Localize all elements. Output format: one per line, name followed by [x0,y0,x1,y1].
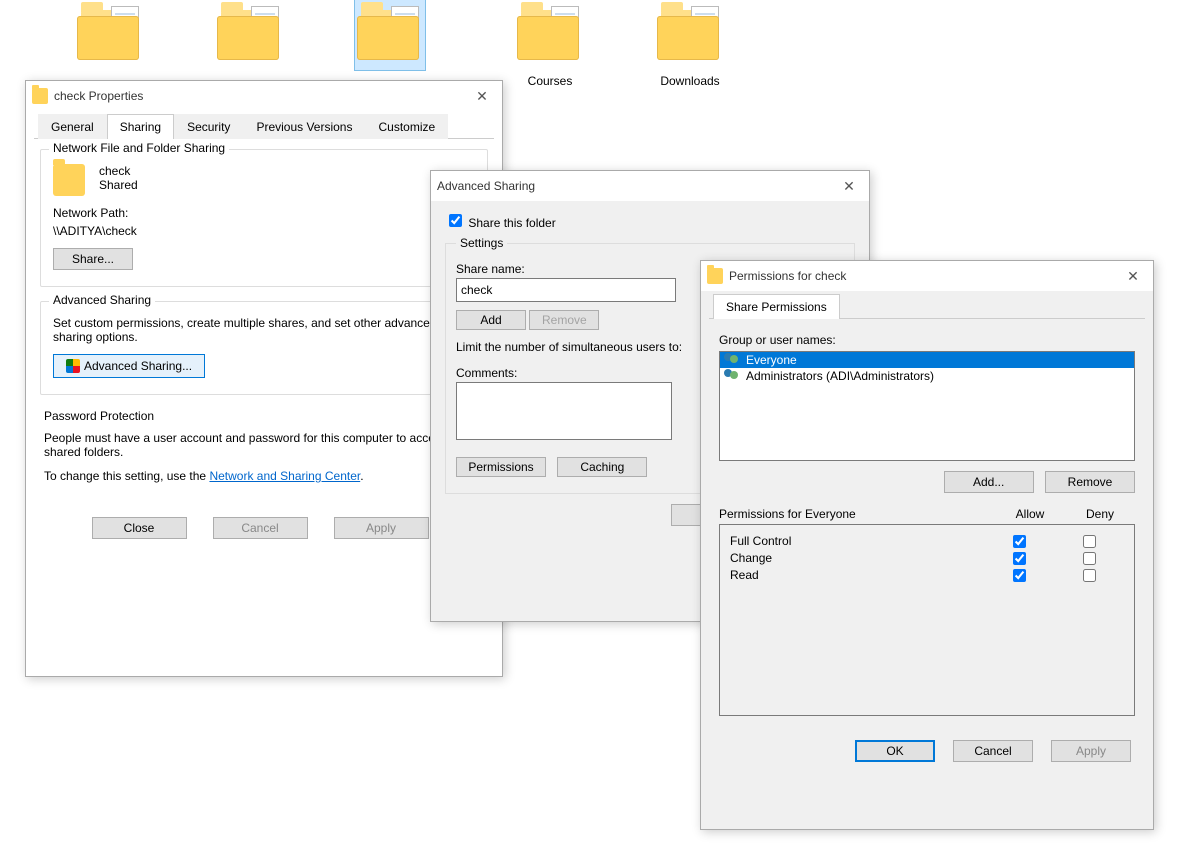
titlebar[interactable]: Advanced Sharing ✕ [431,171,869,201]
settings-legend: Settings [456,236,507,250]
group-password-protection: Password Protection People must have a u… [40,409,488,489]
advanced-sharing-text: Set custom permissions, create multiple … [53,316,475,344]
titlebar[interactable]: check Properties ✕ [26,81,502,111]
folder-item-selected[interactable] [340,0,440,74]
deny-checkbox[interactable] [1083,569,1096,582]
tab-security[interactable]: Security [174,114,243,139]
folder-label: Downloads [640,74,740,88]
list-item[interactable]: Everyone [720,352,1134,368]
allow-checkbox[interactable] [1013,569,1026,582]
share-folder-name: check [99,164,138,178]
cancel-button: Cancel [213,517,308,539]
tab-general[interactable]: General [38,114,107,139]
deny-header: Deny [1065,507,1135,521]
permission-name: Read [730,568,984,582]
close-icon[interactable]: ✕ [462,81,502,111]
cancel-button[interactable]: Cancel [953,740,1033,762]
shield-icon [66,359,80,373]
window-title: check Properties [54,89,456,103]
group-caption: Advanced Sharing [49,293,155,307]
titlebar[interactable]: Permissions for check ✕ [701,261,1153,291]
permissions-dialog: Permissions for check ✕ Share Permission… [700,260,1154,830]
ok-button[interactable]: OK [855,740,935,762]
folder-icon [707,268,723,284]
network-path-value: \\ADITYA\check [53,224,475,238]
folder-icon [32,88,48,104]
add-button[interactable]: Add... [944,471,1034,493]
folder-icon [515,0,585,70]
folder-icon [355,0,425,70]
folder-item[interactable]: Courses [500,0,600,88]
permission-name: Full Control [730,534,984,548]
group-caption: Network File and Folder Sharing [49,141,229,155]
password-link-line: To change this setting, use the Network … [44,469,484,483]
tabpage: Group or user names: Everyone Administra… [701,319,1153,726]
allow-header: Allow [995,507,1065,521]
close-button[interactable]: Close [92,517,187,539]
folder-item[interactable] [60,0,160,74]
apply-button: Apply [1051,740,1131,762]
share-button[interactable]: Share... [53,248,133,270]
users-icon [724,353,742,367]
list-item-label: Everyone [746,353,797,367]
share-folder-checkbox-label[interactable]: Share this folder [445,216,556,230]
folder-label: Courses [500,74,600,88]
folder-icon [75,0,145,70]
permissions-header: Permissions for Everyone Allow Deny [719,507,1135,521]
group-caption: Password Protection [44,409,484,423]
add-button[interactable]: Add [456,310,526,330]
dialog-buttons: OK Cancel Apply [701,726,1153,776]
folder-icon [215,0,285,70]
tab-previous-versions[interactable]: Previous Versions [243,114,365,139]
permission-row: Change [730,551,1124,565]
window-title: Permissions for check [729,269,1107,283]
permission-row: Full Control [730,534,1124,548]
share-folder-checkbox[interactable] [449,214,462,227]
permissions-for-label: Permissions for Everyone [719,507,995,521]
users-icon [724,369,742,383]
folder-item[interactable] [200,0,300,74]
remove-button: Remove [529,310,599,330]
caching-button[interactable]: Caching [557,457,647,477]
allow-checkbox[interactable] [1013,552,1026,565]
group-network-sharing: Network File and Folder Sharing check Sh… [40,149,488,287]
network-sharing-center-link[interactable]: Network and Sharing Center [209,469,360,483]
desktop: Courses Downloads check Properties ✕ Gen… [0,0,1186,851]
network-path-label: Network Path: [53,206,475,220]
permission-row: Read [730,568,1124,582]
allow-checkbox[interactable] [1013,535,1026,548]
share-status: Shared [99,178,138,192]
tab-sharing[interactable]: Sharing [107,114,174,139]
permissions-button[interactable]: Permissions [456,457,546,477]
close-icon[interactable]: ✕ [1113,261,1153,291]
list-item[interactable]: Administrators (ADI\Administrators) [720,368,1134,384]
deny-checkbox[interactable] [1083,552,1096,565]
group-advanced-sharing: Advanced Sharing Set custom permissions,… [40,301,488,395]
window-title: Advanced Sharing [437,179,823,193]
permission-name: Change [730,551,984,565]
advanced-sharing-button-label: Advanced Sharing... [84,359,192,373]
folder-icon [655,0,725,70]
tab-customize[interactable]: Customize [365,114,448,139]
password-text: People must have a user account and pass… [44,431,484,459]
permissions-grid: Full Control Change Read [719,524,1135,716]
apply-button: Apply [334,517,429,539]
tab-share-permissions[interactable]: Share Permissions [713,294,840,319]
comments-input[interactable] [456,382,672,440]
deny-checkbox[interactable] [1083,535,1096,548]
remove-button[interactable]: Remove [1045,471,1135,493]
group-user-names-label: Group or user names: [719,333,1135,347]
tabs: General Sharing Security Previous Versio… [34,113,494,139]
list-item-label: Administrators (ADI\Administrators) [746,369,934,383]
share-name-input[interactable] [456,278,676,302]
close-icon[interactable]: ✕ [829,171,869,201]
user-listbox[interactable]: Everyone Administrators (ADI\Administrat… [719,351,1135,461]
tabs: Share Permissions [709,293,1145,319]
folder-icon [53,164,85,196]
advanced-sharing-button[interactable]: Advanced Sharing... [53,354,205,378]
folder-item[interactable]: Downloads [640,0,740,88]
